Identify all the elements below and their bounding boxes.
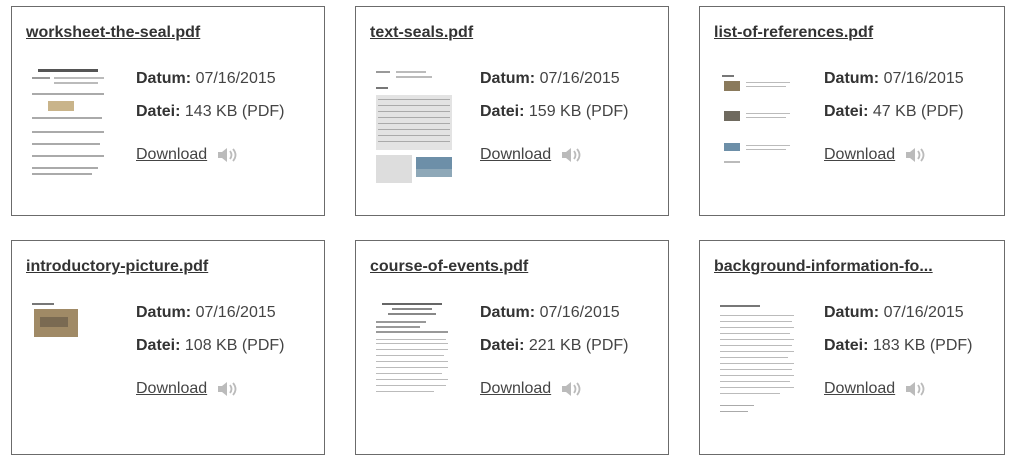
date-label: Datum:: [480, 70, 536, 87]
date-value: 07/16/2015: [883, 304, 964, 321]
download-label: Download: [824, 380, 896, 397]
file-info: Datei: 108 KB (PDF): [136, 337, 285, 355]
file-card: course-of-events.pdf Datum: 07/16/2015 D…: [355, 240, 669, 455]
file-card: worksheet-the-seal.pdf Datum: 07/16/2015…: [11, 6, 325, 216]
file-size: 108 KB (PDF): [184, 337, 285, 354]
file-title-link[interactable]: background-information-fo...: [714, 258, 933, 276]
file-label: Datei:: [824, 103, 869, 120]
file-label: Datei:: [136, 337, 181, 354]
file-size: 47 KB (PDF): [872, 103, 964, 120]
file-info: Datei: 221 KB (PDF): [480, 337, 629, 355]
file-card: list-of-references.pdf Datum: 07/16/2015…: [699, 6, 1005, 216]
file-info: Datei: 47 KB (PDF): [824, 103, 964, 121]
download-link[interactable]: Download: [824, 380, 926, 398]
download-link[interactable]: Download: [824, 146, 926, 164]
file-card: text-seals.pdf Datum: 07/16/2015 Datei: …: [355, 6, 669, 216]
file-title-link[interactable]: list-of-references.pdf: [714, 24, 873, 42]
download-link[interactable]: Download: [480, 380, 582, 398]
download-label: Download: [480, 146, 552, 163]
file-size: 221 KB (PDF): [528, 337, 629, 354]
file-title-link[interactable]: text-seals.pdf: [370, 24, 473, 42]
speaker-icon[interactable]: [904, 147, 926, 163]
file-info: Datei: 183 KB (PDF): [824, 337, 973, 355]
download-label: Download: [824, 146, 896, 163]
download-link[interactable]: Download: [136, 380, 238, 398]
file-date: Datum: 07/16/2015: [824, 70, 964, 88]
file-title-link[interactable]: introductory-picture.pdf: [26, 258, 208, 276]
file-size: 159 KB (PDF): [528, 103, 629, 120]
file-label: Datei:: [480, 103, 525, 120]
speaker-icon[interactable]: [560, 147, 582, 163]
file-date: Datum: 07/16/2015: [824, 304, 964, 322]
date-label: Datum:: [824, 304, 880, 321]
date-label: Datum:: [136, 304, 192, 321]
date-label: Datum:: [136, 70, 192, 87]
pdf-thumbnail: [28, 299, 112, 419]
file-size: 143 KB (PDF): [184, 103, 285, 120]
download-label: Download: [480, 380, 552, 397]
download-link[interactable]: Download: [136, 146, 238, 164]
file-size: 183 KB (PDF): [872, 337, 973, 354]
file-date: Datum: 07/16/2015: [136, 70, 276, 88]
file-title-link[interactable]: course-of-events.pdf: [370, 258, 528, 276]
download-label: Download: [136, 380, 208, 397]
date-value: 07/16/2015: [539, 70, 620, 87]
date-value: 07/16/2015: [195, 70, 276, 87]
file-label: Datei:: [824, 337, 869, 354]
file-label: Datei:: [136, 103, 181, 120]
speaker-icon[interactable]: [216, 147, 238, 163]
pdf-thumbnail: [372, 65, 456, 185]
file-label: Datei:: [480, 337, 525, 354]
date-value: 07/16/2015: [883, 70, 964, 87]
file-date: Datum: 07/16/2015: [480, 304, 620, 322]
pdf-thumbnail: [372, 299, 456, 419]
file-title-link[interactable]: worksheet-the-seal.pdf: [26, 24, 200, 42]
date-label: Datum:: [480, 304, 536, 321]
file-date: Datum: 07/16/2015: [136, 304, 276, 322]
file-card: introductory-picture.pdf Datum: 07/16/20…: [11, 240, 325, 455]
pdf-thumbnail: [716, 299, 800, 419]
file-info: Datei: 143 KB (PDF): [136, 103, 285, 121]
date-label: Datum:: [824, 70, 880, 87]
file-card: background-information-fo... Datum: 07/1…: [699, 240, 1005, 455]
pdf-thumbnail: [716, 65, 800, 185]
file-info: Datei: 159 KB (PDF): [480, 103, 629, 121]
speaker-icon[interactable]: [904, 381, 926, 397]
speaker-icon[interactable]: [216, 381, 238, 397]
file-date: Datum: 07/16/2015: [480, 70, 620, 88]
download-link[interactable]: Download: [480, 146, 582, 164]
download-label: Download: [136, 146, 208, 163]
date-value: 07/16/2015: [195, 304, 276, 321]
date-value: 07/16/2015: [539, 304, 620, 321]
speaker-icon[interactable]: [560, 381, 582, 397]
pdf-thumbnail: [28, 65, 112, 185]
